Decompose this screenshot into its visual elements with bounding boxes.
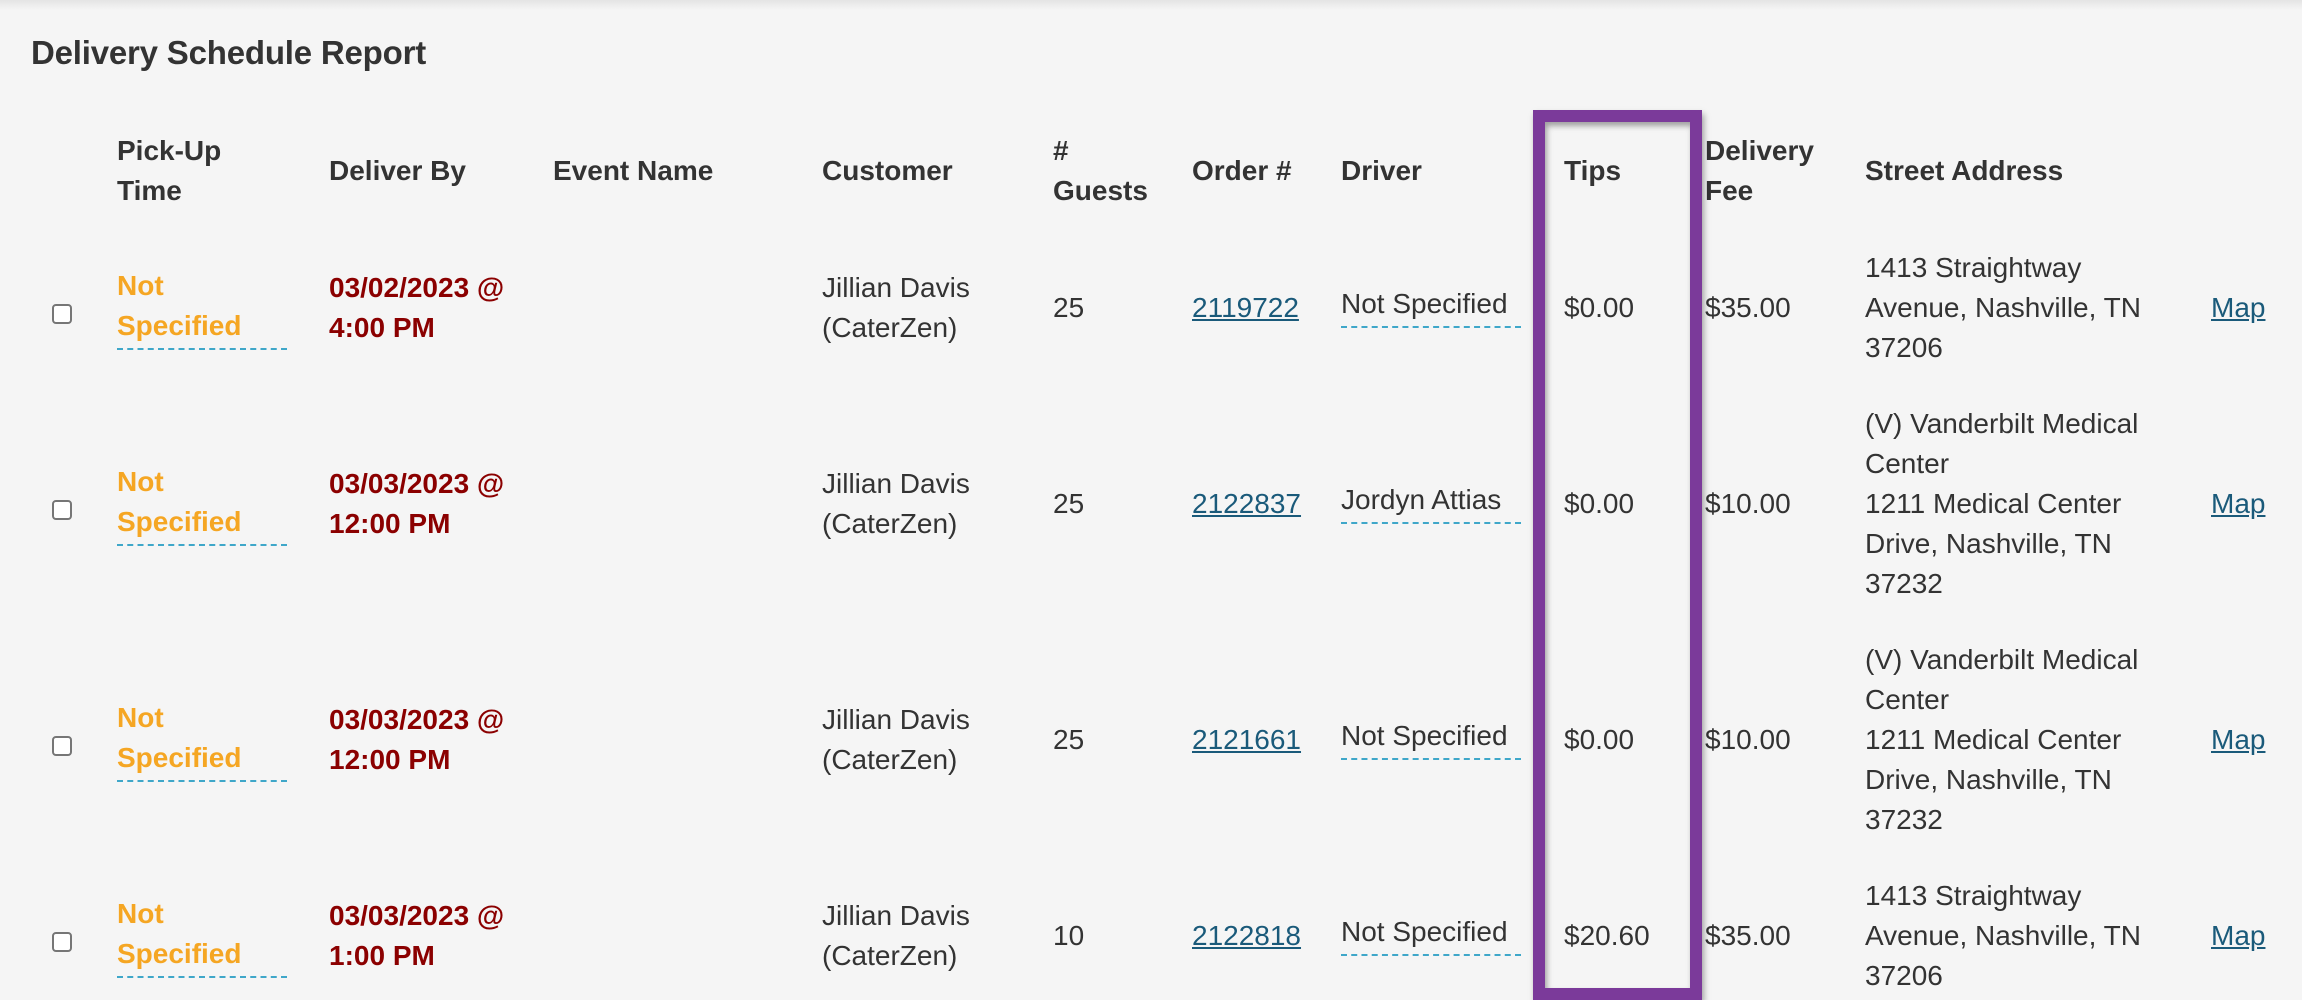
tips: $20.60 [1564,920,1650,951]
col-header-street-address[interactable]: Street Address [1865,151,2125,191]
order-number[interactable]: 2119722 [1192,288,1299,328]
order-link[interactable]: 2122818 [1192,916,1301,956]
driver-value[interactable]: Not Specified [1341,284,1521,328]
order-number[interactable]: 2122837 [1192,484,1301,524]
customer: Jillian Davis (CaterZen) [822,900,970,971]
driver[interactable]: Not Specified [1341,912,1521,956]
map-cell[interactable]: Map [2211,288,2265,328]
page-title: Delivery Schedule Report [31,34,427,71]
col-header-order[interactable]: Order # [1192,151,1312,191]
tips: $0.00 [1564,724,1635,755]
guests: 10 [1053,920,1085,951]
tips: $0.00 [1564,488,1635,519]
deliver-by: 03/03/2023 @ 1:00 PM [329,900,505,971]
event-name [553,700,773,780]
street-address: (V) Vanderbilt Medical Center 1211 Medic… [1865,404,2155,604]
map-link[interactable]: Map [2211,288,2265,328]
street-address: 1413 Straightway Avenue, Nashville, TN 3… [1865,252,2141,363]
address-street: 1211 Medical Center Drive, Nashville, TN… [1865,488,2122,599]
pickup-time-value[interactable]: Not Specified [117,698,287,782]
customer: Jillian Davis (CaterZen) [822,704,970,775]
customer: Jillian Davis (CaterZen) [822,272,970,343]
driver-value[interactable]: Not Specified [1341,912,1521,956]
street-address: 1413 Straightway Avenue, Nashville, TN 3… [1865,880,2141,991]
col-header-driver[interactable]: Driver [1341,151,1461,191]
driver-value[interactable]: Not Specified [1341,716,1521,760]
pickup-time[interactable]: Not Specified [117,698,297,782]
row-select-checkbox[interactable] [52,500,72,520]
driver[interactable]: Not Specified [1341,284,1521,328]
order-number[interactable]: 2121661 [1192,720,1301,760]
map-link[interactable]: Map [2211,916,2265,956]
delivery-fee: $10.00 [1705,488,1791,519]
customer: Jillian Davis (CaterZen) [822,468,970,539]
col-header-guests[interactable]: # Guests [1053,131,1163,211]
pickup-time-value[interactable]: Not Specified [117,266,287,350]
row-select-checkbox[interactable] [52,932,72,952]
pickup-time[interactable]: Not Specified [117,462,297,546]
deliver-by: 03/03/2023 @ 12:00 PM [329,704,505,775]
map-cell[interactable]: Map [2211,916,2265,956]
deliver-by: 03/03/2023 @ 12:00 PM [329,468,505,539]
col-header-customer[interactable]: Customer [822,151,1022,191]
address-venue: (V) Vanderbilt Medical Center [1865,408,2139,479]
order-link[interactable]: 2121661 [1192,720,1301,760]
top-shadow [0,0,2302,10]
tips: $0.00 [1564,292,1635,323]
map-link[interactable]: Map [2211,720,2265,760]
driver-value[interactable]: Jordyn Attias [1341,480,1521,524]
pickup-time[interactable]: Not Specified [117,266,297,350]
row-select-checkbox[interactable] [52,304,72,324]
guests: 25 [1053,724,1085,755]
map-cell[interactable]: Map [2211,720,2265,760]
event-name [553,268,773,348]
event-name [553,896,773,976]
col-header-event-name[interactable]: Event Name [553,151,773,191]
row-select-checkbox[interactable] [52,736,72,756]
delivery-fee: $35.00 [1705,920,1791,951]
order-link[interactable]: 2122837 [1192,484,1301,524]
deliver-by: 03/02/2023 @ 4:00 PM [329,272,505,343]
map-link[interactable]: Map [2211,484,2265,524]
guests: 25 [1053,292,1085,323]
event-name [553,464,773,544]
map-cell[interactable]: Map [2211,484,2265,524]
driver[interactable]: Jordyn Attias [1341,480,1521,524]
guests: 25 [1053,488,1085,519]
col-header-delivery-fee[interactable]: Delivery Fee [1705,131,1825,211]
col-header-deliver-by[interactable]: Deliver By [329,151,529,191]
driver[interactable]: Not Specified [1341,716,1521,760]
delivery-fee: $35.00 [1705,292,1791,323]
pickup-time-value[interactable]: Not Specified [117,462,287,546]
address-venue: (V) Vanderbilt Medical Center [1865,644,2139,715]
delivery-fee: $10.00 [1705,724,1791,755]
pickup-time[interactable]: Not Specified [117,894,297,978]
pickup-time-value[interactable]: Not Specified [117,894,287,978]
order-link[interactable]: 2119722 [1192,288,1299,328]
address-street: 1211 Medical Center Drive, Nashville, TN… [1865,724,2122,835]
col-header-tips[interactable]: Tips [1564,151,1654,191]
order-number[interactable]: 2122818 [1192,916,1301,956]
street-address: (V) Vanderbilt Medical Center 1211 Medic… [1865,640,2155,840]
col-header-pickup[interactable]: Pick-Up Time [117,131,277,211]
tips-column-highlight [1533,110,1702,1000]
